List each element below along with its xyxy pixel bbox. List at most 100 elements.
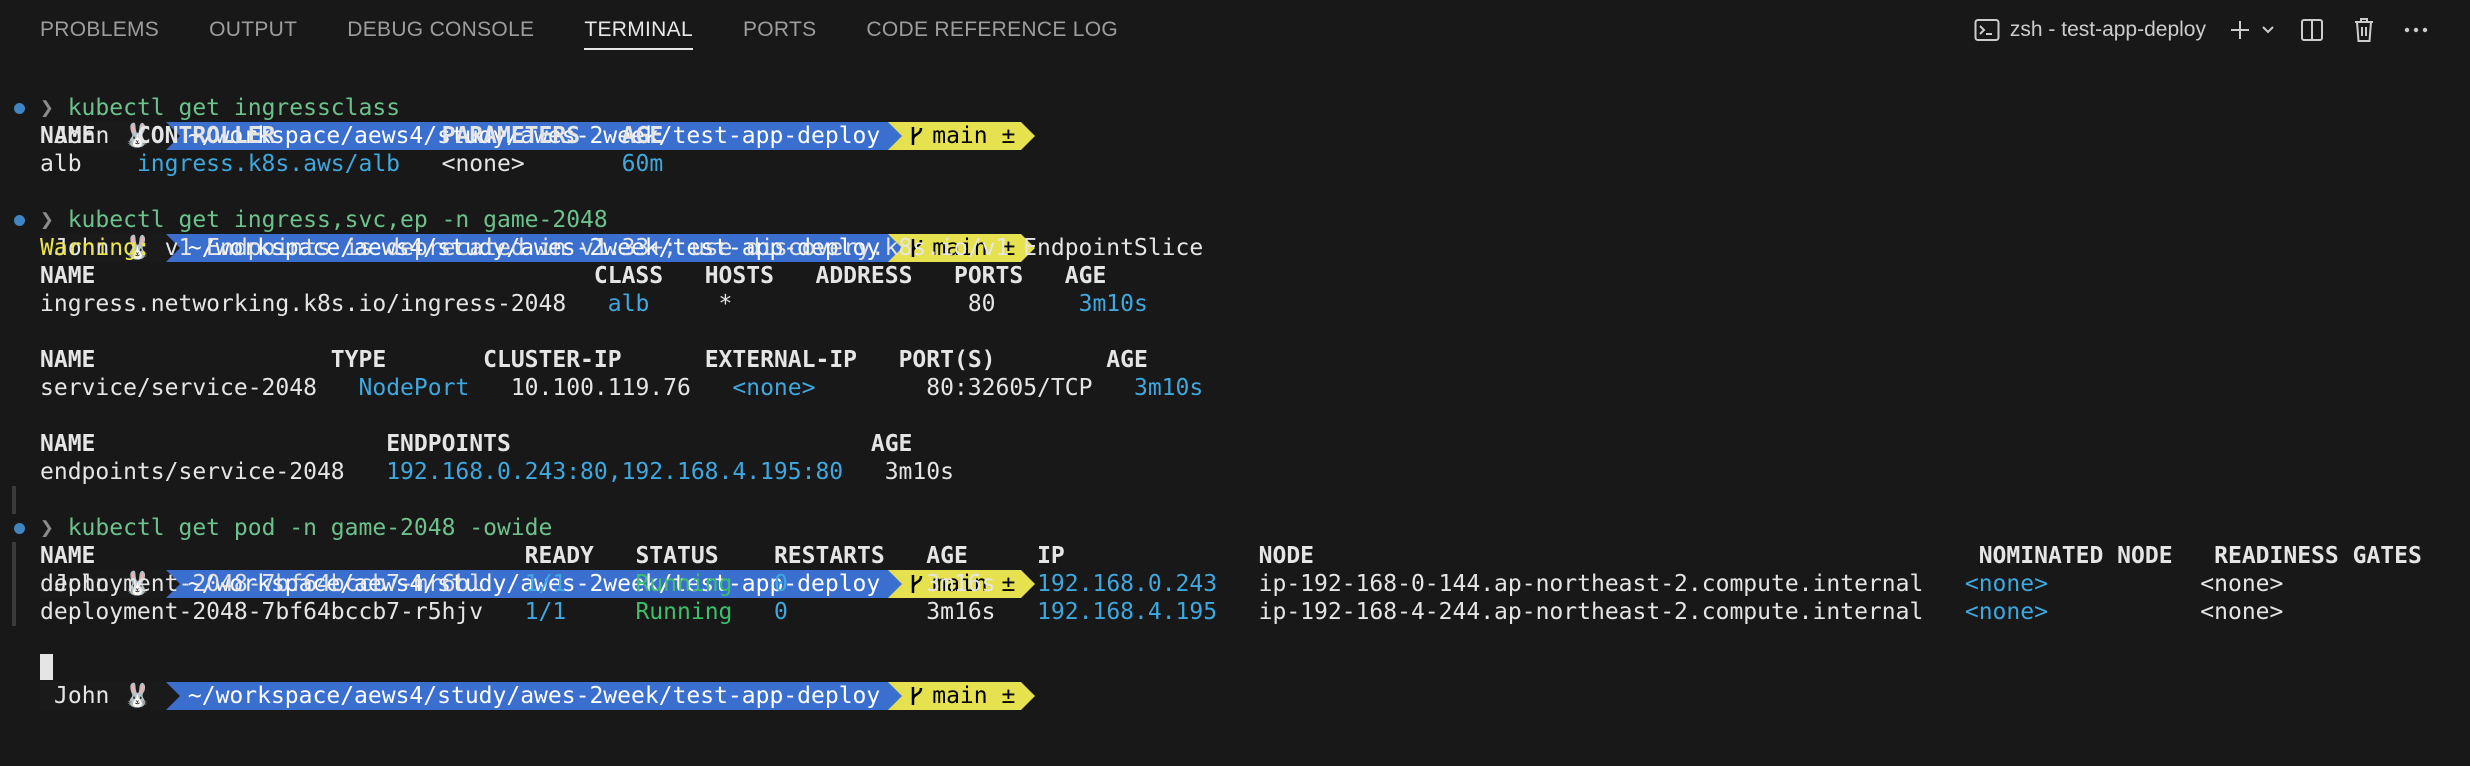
table-header-row: NAME READY STATUS RESTARTS AGE IP NODE N… (0, 542, 2470, 570)
panel-header: PROBLEMS OUTPUT DEBUG CONSOLE TERMINAL P… (0, 0, 2470, 60)
command-text: kubectl get ingress,svc,ep -n game-2048 (67, 207, 608, 233)
selection-bar (12, 542, 16, 570)
command-decoration[interactable] (0, 514, 36, 542)
terminal-name: zsh - test-app-deploy (2009, 17, 2206, 41)
col-age: AGE (1106, 347, 1148, 373)
more-actions-button[interactable] (2396, 10, 2436, 50)
cell-ports: 80:32605/TCP (926, 375, 1093, 401)
cell-external-ip: <none> (732, 375, 816, 401)
command-decoration[interactable] (0, 94, 36, 122)
tab-ports[interactable]: PORTS (743, 0, 816, 60)
command-text: kubectl get pod -n game-2048 -owide (67, 515, 553, 541)
col-name: NAME (40, 263, 96, 289)
cell-endpoints: 192.168.0.243:80,192.168.4.195:80 (386, 459, 844, 485)
table-header-row: NAME ENDPOINTS AGE (0, 430, 2470, 458)
cell-age: 3m10s (884, 459, 954, 485)
terminal-selector[interactable]: zsh - test-app-deploy (1974, 18, 2206, 42)
col-ip: IP (1037, 543, 1065, 569)
col-controller: CONTROLLER (136, 123, 276, 149)
prompt-line: John 🐰 ~/workspace/aews4/study/awes-2wee… (0, 178, 2470, 262)
cell-name: deployment-2048-7bf64bccb7-r5hjv (40, 599, 484, 625)
add-icon (2231, 20, 2249, 39)
prompt-line: John 🐰 ~/workspace/aews4/study/awes-2wee… (0, 486, 2470, 598)
col-class: CLASS (593, 263, 664, 289)
warning-label: Warning: (40, 235, 151, 261)
cell-hosts: * (718, 291, 733, 317)
command-line: ❯ kubectl get ingress,svc,ep -n game-204… (0, 206, 2470, 234)
col-address: ADDRESS (815, 263, 913, 289)
col-ports: PORT(S) (898, 347, 996, 373)
cell-name: service/service-2048 (40, 375, 317, 401)
caret-icon: ❯ (40, 515, 68, 541)
col-age: AGE (1064, 263, 1107, 289)
cell-ready: 1/1 (524, 599, 567, 625)
cell-class: alb (607, 291, 650, 317)
cell-type: NodePort (358, 375, 470, 401)
cell-name: ingress.networking.k8s.io/ingress-2048 (40, 291, 567, 317)
command-text: kubectl get ingressclass (67, 95, 401, 121)
kill-terminal-button[interactable] (2344, 10, 2384, 50)
cell-name: alb (40, 151, 82, 177)
cell-ip: 192.168.0.243 (1037, 571, 1218, 597)
col-parameters: PARAMETERS (441, 123, 581, 149)
cell-nominated-node: <none> (1964, 571, 2048, 597)
terminal-dropdown-button[interactable] (2256, 10, 2280, 50)
col-name: NAME (40, 431, 96, 457)
selection-bar (12, 570, 16, 598)
new-terminal-button[interactable] (2226, 10, 2254, 50)
tab-code-reference-log[interactable]: CODE REFERENCE LOG (866, 0, 1118, 60)
cell-ports: 80 (967, 291, 996, 317)
warning-line: Warning: v1 Endpoints is deprecated in v… (0, 234, 2470, 262)
command-line: ❯ kubectl get ingressclass (0, 94, 2470, 122)
cell-node: ip-192-168-4-244.ap-northeast-2.compute.… (1258, 599, 1924, 625)
col-name: NAME (40, 347, 96, 373)
terminal-icon (1974, 18, 2000, 41)
table-row: deployment-2048-7bf64bccb7-mr6bl 1/1 Run… (0, 570, 2470, 598)
col-status: STATUS (635, 543, 719, 569)
col-name: NAME (40, 123, 96, 149)
cell-controller: ingress.k8s.aws/alb (136, 151, 401, 177)
col-age: AGE (870, 431, 913, 457)
tab-output[interactable]: OUTPUT (209, 0, 297, 60)
command-status-icon (14, 103, 25, 114)
tab-problems[interactable]: PROBLEMS (40, 0, 159, 60)
cell-ip: 192.168.4.195 (1037, 599, 1218, 625)
tab-debug-console[interactable]: DEBUG CONSOLE (347, 0, 534, 60)
table-header-row: NAME CONTROLLER PARAMETERS AGE (0, 122, 2470, 150)
command-decoration[interactable] (0, 206, 36, 234)
cell-status: Running (635, 599, 733, 625)
prompt: John 🐰 ~/workspace/aews4/study/awes-2wee… (40, 682, 2470, 710)
caret-icon: ❯ (40, 95, 68, 121)
terminal-output[interactable]: John 🐰 ~/workspace/aews4/study/awes-2wee… (0, 66, 2470, 710)
cell-status: Running (635, 571, 733, 597)
col-endpoints: ENDPOINTS (386, 431, 511, 457)
cell-restarts: 0 (773, 599, 788, 625)
tab-terminal[interactable]: TERMINAL (584, 0, 693, 60)
col-nominated-node: NOMINATED NODE (1978, 543, 2173, 569)
col-ready: READY (524, 543, 594, 569)
command-status-icon (14, 215, 25, 226)
cell-age: 3m16s (926, 599, 996, 625)
cell-readiness-gates: <none> (2200, 571, 2284, 597)
prompt-path: ~/workspace/aews4/study/awes-2week/test-… (165, 682, 889, 710)
col-age: AGE (621, 123, 664, 149)
cell-age: 60m (621, 151, 664, 177)
col-node: NODE (1258, 543, 1315, 569)
col-ports: PORTS (953, 263, 1024, 289)
cell-ready: 1/1 (524, 571, 567, 597)
cell-age: 3m16s (926, 571, 996, 597)
split-terminal-button[interactable] (2292, 10, 2332, 50)
chevron-down-icon (2262, 25, 2274, 33)
col-type: TYPE (330, 347, 387, 373)
cell-node: ip-192-168-0-144.ap-northeast-2.compute.… (1258, 571, 1924, 597)
prompt-line: John 🐰 ~/workspace/aews4/study/awes-2wee… (0, 626, 2470, 710)
col-hosts: HOSTS (704, 263, 774, 289)
terminal-cursor (40, 654, 53, 680)
selection-bar (12, 486, 16, 514)
col-external-ip: EXTERNAL-IP (704, 347, 858, 373)
cell-age: 3m10s (1133, 375, 1204, 401)
prompt-line: John 🐰 ~/workspace/aews4/study/awes-2wee… (0, 66, 2470, 150)
table-row: alb ingress.k8s.aws/alb <none> 60m (0, 150, 2470, 178)
